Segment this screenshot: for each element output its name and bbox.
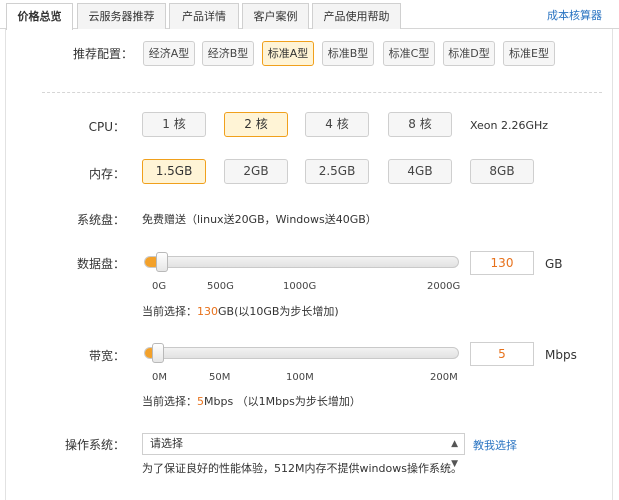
preset-standard-c-button[interactable]: 标准C型	[383, 41, 435, 66]
data-disk-input[interactable]: 130	[470, 251, 534, 275]
recommend-label: 推荐配置：	[72, 47, 133, 61]
preset-standard-d-button[interactable]: 标准D型	[443, 41, 495, 66]
os-label: 操作系统：	[64, 438, 125, 452]
memory-2-5gb-button[interactable]: 2.5GB	[305, 159, 369, 184]
data-disk-current-note: 当前选择：130GB(以10GB为步长增加)	[142, 303, 339, 319]
cpu-model-text: Xeon 2.26GHz	[470, 119, 549, 132]
preset-standard-a-button[interactable]: 标准A型	[262, 41, 314, 66]
data-disk-tick-500: 500G	[207, 281, 234, 292]
os-select-value: 请选择	[150, 437, 183, 450]
bandwidth-note-prefix: 当前选择：	[142, 395, 197, 408]
tab-bar: 价格总览 云服务器推荐 产品详情 客户案例 产品使用帮助 成本核算器	[0, 0, 619, 30]
memory-2gb-button[interactable]: 2GB	[224, 159, 288, 184]
bandwidth-unit: Mbps	[545, 348, 577, 362]
data-disk-note-value: 130	[197, 305, 218, 318]
cpu-2-core-button[interactable]: 2 核	[224, 112, 288, 137]
data-disk-label: 数据盘：	[76, 257, 125, 271]
tab-product-help[interactable]: 产品使用帮助	[312, 3, 401, 29]
preset-economy-b-button[interactable]: 经济B型	[202, 41, 254, 66]
data-disk-note-prefix: 当前选择：	[142, 305, 197, 318]
tab-product-details[interactable]: 产品详情	[169, 3, 239, 29]
bandwidth-slider[interactable]	[144, 343, 459, 363]
preset-economy-a-button[interactable]: 经济A型	[143, 41, 195, 66]
data-disk-slider[interactable]	[144, 252, 459, 272]
data-disk-note-suffix: GB(以10GB为步长增加)	[218, 305, 339, 318]
bandwidth-note-value: 5	[197, 395, 204, 408]
config-panel: 推荐配置： 经济A型 经济B型 标准A型 标准B型 标准C型 标准D型 标准E型…	[5, 29, 613, 500]
data-disk-slider-handle[interactable]	[155, 252, 168, 272]
cost-calculator-link[interactable]: 成本核算器	[547, 7, 602, 23]
preset-standard-b-button[interactable]: 标准B型	[322, 41, 374, 66]
memory-label: 内存：	[88, 167, 125, 181]
tab-price-overview[interactable]: 价格总览	[6, 3, 73, 30]
memory-8gb-button[interactable]: 8GB	[470, 159, 534, 184]
tab-customer-cases[interactable]: 客户案例	[242, 3, 309, 29]
cpu-4-core-button[interactable]: 4 核	[305, 112, 369, 137]
bandwidth-label: 带宽：	[88, 349, 125, 363]
memory-1-5gb-button[interactable]: 1.5GB	[142, 159, 206, 184]
data-disk-unit: GB	[545, 257, 563, 271]
data-disk-tick-2000: 2000G	[427, 281, 461, 292]
bandwidth-input[interactable]: 5	[470, 342, 534, 366]
memory-4gb-button[interactable]: 4GB	[388, 159, 452, 184]
cpu-8-core-button[interactable]: 8 核	[388, 112, 452, 137]
data-disk-tick-1000: 1000G	[283, 281, 317, 292]
bandwidth-tick-50: 50M	[209, 372, 231, 383]
bandwidth-tick-100: 100M	[286, 372, 314, 383]
bandwidth-current-note: 当前选择：5Mbps （以1Mbps为步长增加）	[142, 393, 361, 409]
system-disk-label: 系统盘：	[76, 213, 125, 227]
bandwidth-tick-200: 200M	[430, 372, 458, 383]
cpu-label: CPU：	[88, 120, 125, 134]
os-note: 为了保证良好的性能体验，512M内存不提供windows操作系统。	[142, 462, 462, 475]
data-disk-tick-0: 0G	[152, 281, 167, 292]
os-select[interactable]: 请选择 ▲ ▼	[142, 433, 465, 469]
bandwidth-slider-handle[interactable]	[151, 343, 164, 363]
tab-server-recommend[interactable]: 云服务器推荐	[77, 3, 166, 29]
section-divider	[42, 92, 602, 93]
os-help-link[interactable]: 教我选择	[473, 437, 517, 453]
system-disk-text: 免费赠送（linux送20GB，Windows送40GB）	[142, 213, 377, 226]
cpu-1-core-button[interactable]: 1 核	[142, 112, 206, 137]
preset-standard-e-button[interactable]: 标准E型	[503, 41, 555, 66]
bandwidth-note-suffix: Mbps （以1Mbps为步长增加）	[204, 395, 361, 408]
bandwidth-tick-0: 0M	[152, 372, 167, 383]
